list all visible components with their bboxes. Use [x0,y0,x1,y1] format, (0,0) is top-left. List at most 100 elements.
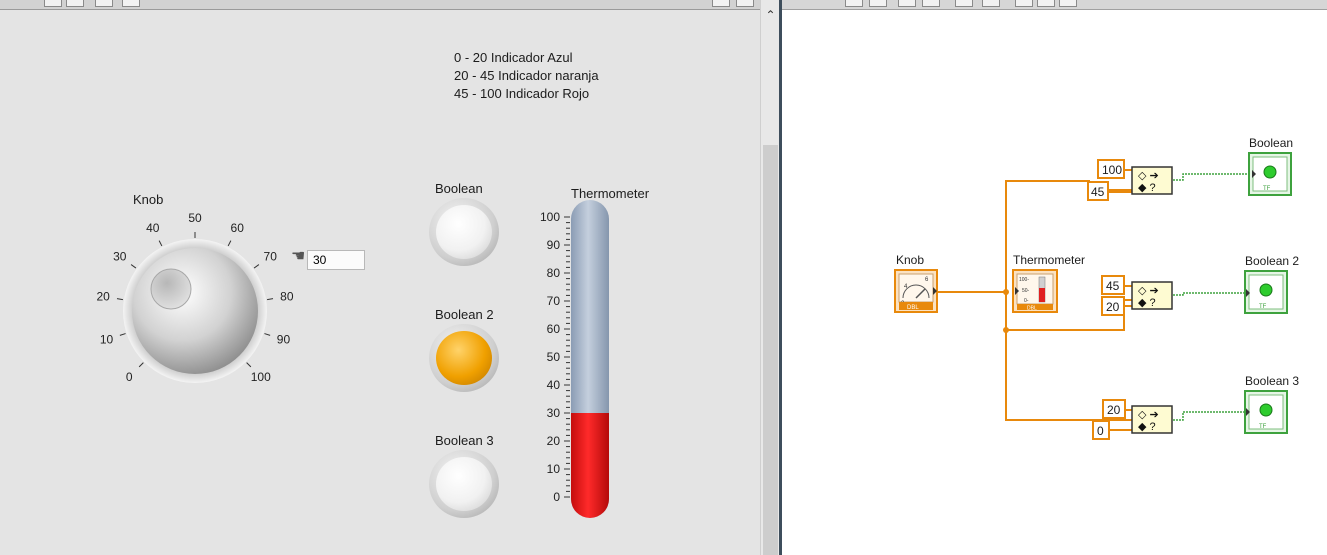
knob-pointer-dimple [150,268,192,310]
scrollbar-thumb[interactable] [763,145,778,555]
upper-limit-2-value: 45 [1106,279,1120,293]
thermometer-terminal[interactable]: 100- 50- 0- DBL [1012,269,1058,313]
knob-tick-20 [116,298,123,301]
bd-thermometer-label: Thermometer [1013,253,1085,267]
bool-wire-1 [1173,173,1252,181]
boolean-1-terminal[interactable]: Boolean TF [1248,136,1293,196]
thermometer-tick-label-0: 0 [553,490,560,504]
thermometer-tick-label-50: 50 [547,350,561,364]
knob-tick-label-20: 20 [96,289,110,303]
knob-tick-80 [267,298,274,301]
in-range-glyph-3: ◇ ➔ [1138,409,1159,421]
knob-digital-display[interactable]: 30 [307,250,365,270]
thermometer-scale: 1009080706050403020100 [540,210,570,504]
bd-boolean-1-label: Boolean [1249,136,1293,150]
bd-boolean-1-tf: TF [1263,186,1271,192]
front-panel-window: 0 - 20 Indicador Azul 20 - 45 Indicador … [0,0,760,555]
boolean-1-lamp [436,205,492,259]
upper-limit-1-value: 100 [1102,163,1122,177]
knob-control[interactable]: 0 10 20 30 40 50 60 70 80 90 100 [70,190,310,400]
range-check-2[interactable]: 45 20 ◇ ➔ ◆ ? [1101,275,1173,316]
run-button[interactable] [44,0,62,7]
bool-wire-2 [1173,292,1246,296]
knob-tick-70 [253,264,260,269]
in-range-glyph-1: ◇ ➔ [1138,170,1159,182]
thermometer-tick-label-100: 100 [540,210,560,224]
knob-tick-90 [264,333,271,336]
thermometer-indicator: 1009080706050403020100 [540,200,609,518]
knob-tick-label-0: 0 [126,370,133,384]
lower-limit-2-value: 20 [1106,300,1120,314]
boolean-2-terminal[interactable]: Boolean 2 TF [1244,254,1299,314]
knob-tick-0 [138,362,144,368]
knob-tick-label-80: 80 [280,289,294,303]
knob-tick-40 [158,240,163,247]
thermo-terminal-tick-50: 50- [1022,288,1030,294]
front-panel-scrollbar[interactable]: ⌃ [760,0,780,555]
scroll-up-arrow-icon[interactable]: ⌃ [761,8,780,22]
knob-tick-label-70: 70 [264,249,278,263]
bd-boolean-3-tf: TF [1259,424,1267,430]
thermometer-tick-label-70: 70 [547,294,561,308]
bd-boolean-2-tf: TF [1259,304,1267,310]
knob-tick-label-10: 10 [100,333,114,347]
boolean-1-label: Boolean [435,181,483,196]
boolean-2-lamp [436,331,492,385]
hand-cursor-icon: ☚ [291,248,306,265]
lower-limit-3-value: 0 [1097,424,1104,438]
thermometer-tick-label-60: 60 [547,322,561,336]
thermo-terminal-tick-0: 0- [1024,298,1029,304]
knob-tick-label-40: 40 [146,221,160,235]
help-button[interactable] [712,0,730,7]
abort-button[interactable] [95,0,113,7]
pause-button[interactable] [122,0,140,7]
range-note-2: 20 - 45 Indicador naranja [454,68,599,83]
thermo-terminal-tick-100: 100- [1019,277,1029,283]
knob-body[interactable] [132,248,258,374]
toolbar-menu-button[interactable] [736,0,754,7]
boolean-wires [1173,173,1252,421]
thermometer-tick-label-40: 40 [547,378,561,392]
in-range-glyph-2b: ◆ ? [1138,297,1156,309]
boolean-1-led[interactable] [429,198,499,266]
knob-tick-label-100: 100 [251,370,271,384]
bd-boolean-3-label: Boolean 3 [1245,374,1299,388]
bool-wire-3 [1173,411,1246,421]
thermo-terminal-dbl: DBL [1027,306,1037,312]
thermometer-tick-label-80: 80 [547,266,561,280]
knob-terminal[interactable]: 2 4 6 DBL [894,269,938,313]
block-diagram-canvas: Knob 2 4 6 DBL Thermometer 100- 50- 0- D… [894,136,1299,440]
bd-knob-label: Knob [896,253,924,267]
boolean-3-label: Boolean 3 [435,433,494,448]
boolean-2-led[interactable] [429,324,499,392]
in-range-glyph-2: ◇ ➔ [1138,285,1159,297]
in-range-glyph-1b: ◆ ? [1138,182,1156,194]
knob-tick-100 [246,362,252,368]
lower-limit-1-value: 45 [1091,185,1105,199]
knob-tick-label-60: 60 [231,221,245,235]
thermometer-tick-label-90: 90 [547,238,561,252]
wire-junction-1 [1003,289,1009,295]
run-continuous-button[interactable] [66,0,84,7]
boolean-2-label: Boolean 2 [435,307,494,322]
knob-tick-30 [130,264,137,269]
knob-tick-label-50: 50 [188,211,202,225]
in-range-glyph-3b: ◆ ? [1138,421,1156,433]
knob-tick-label-30: 30 [113,249,127,263]
boolean-3-lamp [436,457,492,511]
upper-limit-3-value: 20 [1107,403,1121,417]
wire-junction-2 [1003,327,1009,333]
range-check-1[interactable]: 100 45 ◇ ➔ ◆ ? [1087,159,1173,201]
knob-terminal-dbl: DBL [907,305,919,311]
boolean-3-led[interactable] [429,450,499,518]
thermometer-tick-label-20: 20 [547,434,561,448]
knob-tick-60 [227,240,232,247]
thermometer-tick-label-30: 30 [547,406,561,420]
knob-tick-label-90: 90 [277,333,291,347]
knob-tick-10 [119,333,126,336]
boolean-3-terminal[interactable]: Boolean 3 TF [1244,374,1299,434]
front-panel-toolbar [0,0,760,10]
bd-boolean-2-label: Boolean 2 [1245,254,1299,268]
thermometer-tick-label-10: 10 [547,462,561,476]
range-note-3: 45 - 100 Indicador Rojo [454,86,590,101]
